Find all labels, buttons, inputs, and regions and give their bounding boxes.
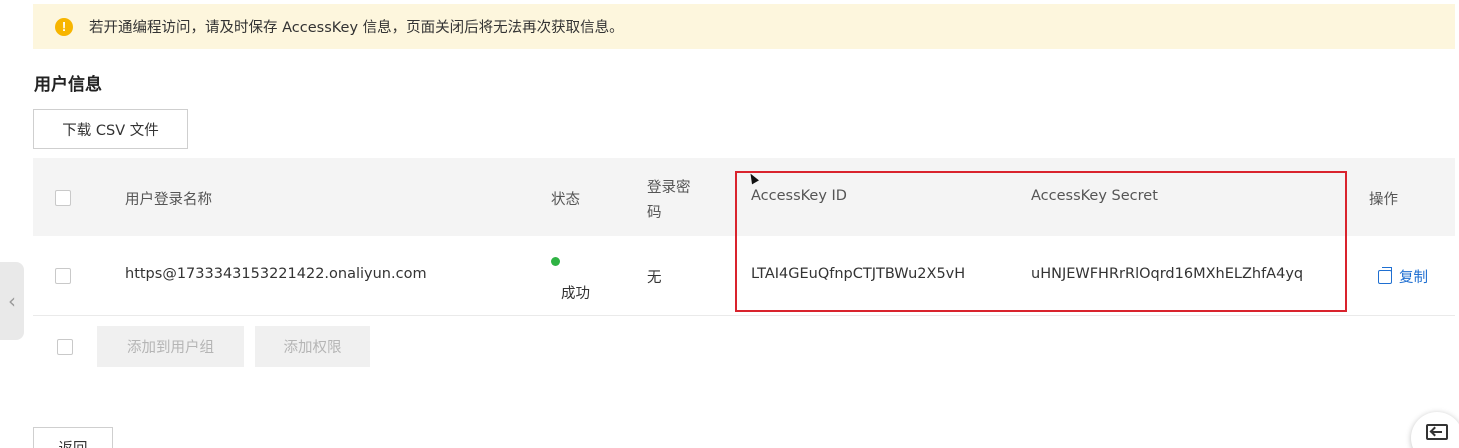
warning-text: 若开通编程访问，请及时保存 AccessKey 信息，页面关闭后将无法再次获取信… [89,20,624,36]
cell-login-name: https@1733343153221422.onaliyun.com [125,266,427,282]
download-csv-button[interactable]: 下载 CSV 文件 [33,109,188,149]
add-to-group-button[interactable]: 添加到用户组 [97,326,244,367]
row-checkbox[interactable] [55,268,71,284]
cell-accesskey-secret: uHNJEWFHRrRlOqrd16MXhELZhfA4yq [1031,266,1304,282]
cell-password: 无 [647,270,662,286]
copy-icon [1378,266,1392,284]
table-row: https@1733343153221422.onaliyun.com 成功 无… [33,236,1455,316]
select-all-checkbox[interactable] [55,190,71,206]
back-button[interactable]: 返回 [33,427,113,448]
header-accesskey-id: AccessKey ID [751,188,847,204]
add-permission-button[interactable]: 添加权限 [255,326,370,367]
header-accesskey-secret: AccessKey Secret [1031,188,1158,204]
exit-icon [1426,424,1448,440]
page-root: ‹ ! 若开通编程访问，请及时保存 AccessKey 信息，页面关闭后将无法再… [0,0,1459,448]
header-password-line2: 码 [647,205,662,221]
status-dot-icon [551,257,560,266]
chevron-left-icon: ‹ [8,289,16,313]
cell-status: 成功 [561,286,590,302]
cell-accesskey-id: LTAI4GEuQfnpCTJTBWu2X5vH [751,266,966,282]
sidebar-collapse-toggle[interactable]: ‹ [0,262,24,340]
header-login-name: 用户登录名称 [125,192,212,208]
warning-banner: ! 若开通编程访问，请及时保存 AccessKey 信息，页面关闭后将无法再次获… [33,4,1455,49]
header-actions: 操作 [1369,192,1398,208]
copy-label: 复制 [1399,270,1428,286]
section-title: 用户信息 [34,75,102,95]
footer-select-checkbox[interactable] [57,339,73,355]
header-status: 状态 [551,192,580,208]
floating-help-button[interactable] [1411,412,1459,448]
table-header: 用户登录名称 状态 登录密 码 AccessKey ID AccessKey S… [33,158,1455,236]
warning-icon: ! [55,17,73,36]
copy-link[interactable]: 复制 [1378,266,1428,287]
header-password-line1: 登录密 [647,180,691,196]
